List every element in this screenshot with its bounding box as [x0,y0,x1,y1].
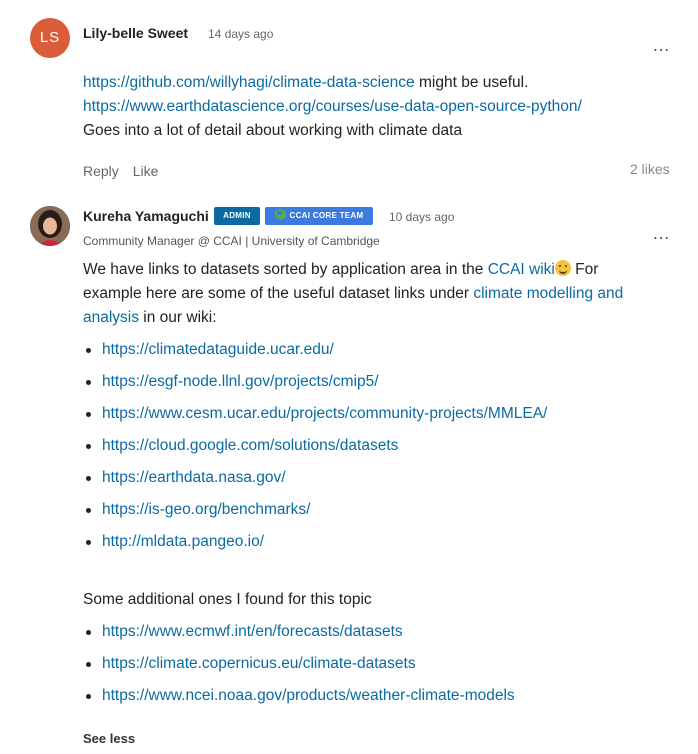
dataset-link[interactable]: https://www.cesm.ucar.edu/projects/commu… [102,405,547,422]
dataset-link[interactable]: https://cloud.google.com/solutions/datas… [102,437,398,454]
link-climate-data-science[interactable]: https://github.com/willyhagi/climate-dat… [83,74,415,91]
list-item: https://www.ncei.noaa.gov/products/weath… [83,684,515,716]
list-item: https://esgf-node.llnl.gov/projects/cmip… [83,370,547,402]
see-less-button[interactable]: See less [83,731,135,746]
post-date[interactable]: 14 days ago [208,27,273,41]
dataset-link[interactable]: https://is-geo.org/benchmarks/ [102,501,311,518]
list-item: http://mldata.pangeo.io/ [83,530,547,562]
body-text-fragment: We have links to datasets sorted by appl… [83,261,488,278]
list-item: https://climatedataguide.ucar.edu/ [83,338,547,370]
post-kureha: Kureha Yamaguchi ADMIN CCAI CORE TEAM 10… [0,198,698,754]
dataset-link[interactable]: https://earthdata.nasa.gov/ [102,469,286,486]
link-ccai-wiki[interactable]: CCAI wiki [488,261,555,278]
avatar[interactable]: LS [30,18,70,58]
list-item: https://climate.copernicus.eu/climate-da… [83,652,515,684]
dataset-link-list: https://climatedataguide.ucar.edu/ https… [83,338,547,562]
globe-icon [274,209,286,220]
dataset-link[interactable]: https://climatedataguide.ucar.edu/ [102,341,334,358]
core-team-label: CCAI CORE TEAM [289,211,364,220]
author-name[interactable]: Lily-belle Sweet [83,25,188,41]
likes-count[interactable]: 2 likes [630,161,670,177]
like-button[interactable]: Like [133,163,159,179]
body-text-fragment: in our wiki: [139,309,217,326]
post-body: https://github.com/willyhagi/climate-dat… [83,71,663,143]
list-item: https://www.cesm.ucar.edu/projects/commu… [83,402,547,434]
body-text-fragment: might be useful. [414,74,529,91]
list-item: https://cloud.google.com/solutions/datas… [83,434,547,466]
additional-text: Some additional ones I found for this to… [83,591,372,608]
post-actions: Reply Like [83,163,168,179]
avatar[interactable] [30,206,70,246]
body-text-fragment: Goes into a lot of detail about working … [83,122,463,139]
hugging-face-emoji-icon [554,260,571,276]
more-options-icon[interactable]: … [652,224,671,242]
list-item: https://earthdata.nasa.gov/ [83,466,547,498]
dataset-link[interactable]: https://esgf-node.llnl.gov/projects/cmip… [102,373,379,390]
more-options-icon[interactable]: … [652,36,671,54]
admin-badge[interactable]: ADMIN [214,207,260,225]
user-title: Community Manager @ CCAI | University of… [83,234,380,248]
dataset-link[interactable]: https://www.ecmwf.int/en/forecasts/datas… [102,623,403,640]
post-lily-belle: LS Lily-belle Sweet 14 days ago … https:… [0,0,698,198]
list-item: https://www.ecmwf.int/en/forecasts/datas… [83,620,515,652]
post-intro: We have links to datasets sorted by appl… [83,258,648,330]
list-item: https://is-geo.org/benchmarks/ [83,498,547,530]
core-team-badge[interactable]: CCAI CORE TEAM [265,207,373,225]
reply-button[interactable]: Reply [83,163,119,179]
post-date[interactable]: 10 days ago [389,210,454,224]
dataset-link[interactable]: http://mldata.pangeo.io/ [102,533,264,550]
author-name[interactable]: Kureha Yamaguchi [83,208,209,224]
dataset-link[interactable]: https://www.ncei.noaa.gov/products/weath… [102,687,515,704]
link-earthdatascience[interactable]: https://www.earthdatascience.org/courses… [83,98,582,115]
additional-link-list: https://www.ecmwf.int/en/forecasts/datas… [83,620,515,716]
dataset-link[interactable]: https://climate.copernicus.eu/climate-da… [102,655,416,672]
